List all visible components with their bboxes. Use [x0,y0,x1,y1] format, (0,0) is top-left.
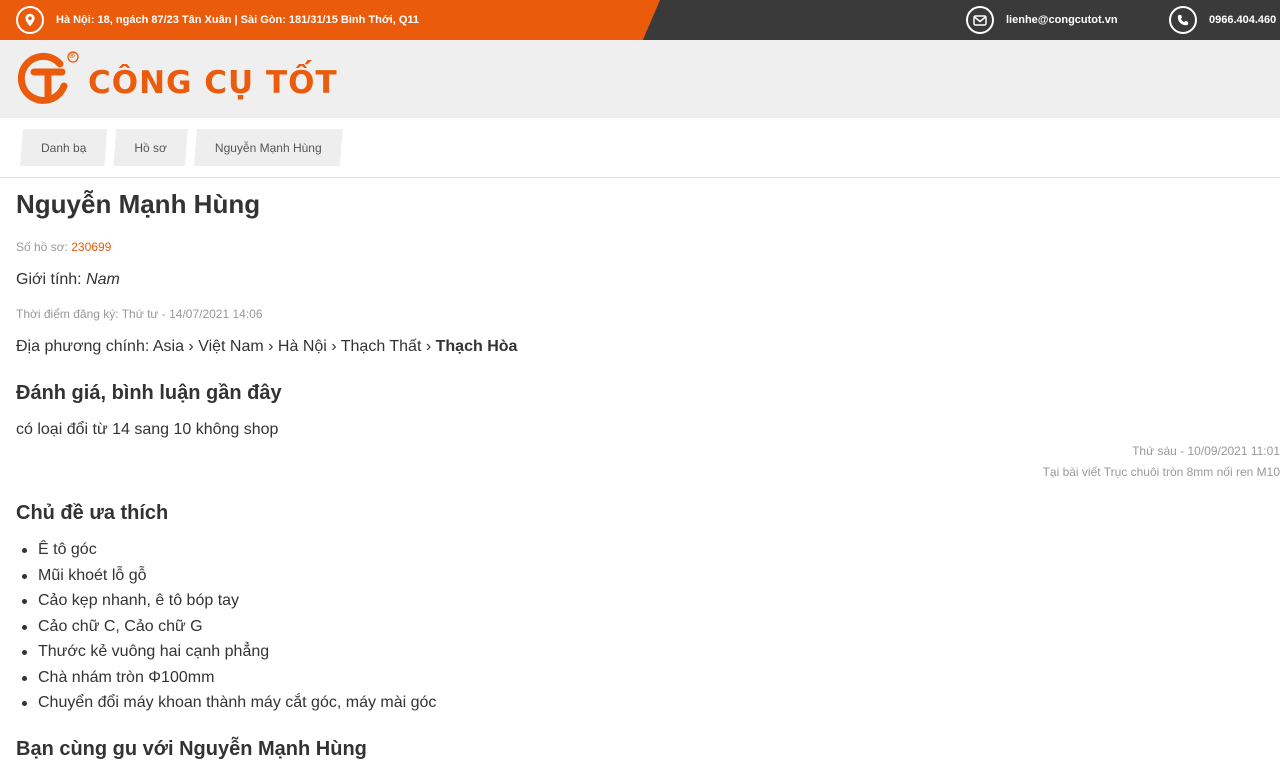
topics-heading: Chủ đề ưa thích [16,502,169,524]
topic-item[interactable]: Cảo kẹp nhanh, ê tô bóp tay [16,588,436,614]
similar-users-heading: Bạn cùng gu với Nguyễn Mạnh Hùng [16,738,367,760]
gender-value: Nam [86,271,120,288]
review-text: có loại đổi từ 14 sang 10 không shop [16,421,279,438]
review-meta: Thứ sáu - 10/09/2021 11:01 Tại bài viết … [1043,441,1280,483]
top-info-bar: Hà Nội: 18, ngách 87/23 Tân Xuân | Sài G… [0,0,1280,40]
profile-id-value: 230699 [71,240,112,254]
breadcrumb-item-profiles[interactable]: Hồ sơ [113,129,188,166]
breadcrumb: Danh bạ Hồ sơ Nguyễn Mạnh Hùng [0,118,1280,178]
registration-time: Thời điểm đăng ký: Thứ tư - 14/07/2021 1… [16,307,263,321]
address-text: Hà Nội: 18, ngách 87/23 Tân Xuân | Sài G… [56,14,420,26]
logo-text: CÔNG CỤ TỐT [88,65,338,101]
envelope-icon [966,6,994,34]
site-logo[interactable]: ® CÔNG CỤ TỐT [16,50,338,110]
email-link[interactable]: lienhe@congcutot.vn [1006,14,1118,26]
topic-list: Ê tô góc Mũi khoét lỗ gỗ Cảo kẹp nhanh, … [16,537,436,716]
breadcrumb-item-directory[interactable]: Danh bạ [20,129,107,166]
address-block: Hà Nội: 18, ngách 87/23 Tân Xuân | Sài G… [16,0,419,40]
gender-label: Giới tính: [16,271,82,288]
review-time: Thứ sáu - 10/09/2021 11:01 [1132,444,1280,458]
topic-item[interactable]: Chuyển đổi máy khoan thành máy cắt góc, … [16,690,436,716]
topic-item[interactable]: Ê tô góc [16,537,436,563]
breadcrumb-item-current[interactable]: Nguyễn Mạnh Hùng [194,129,343,166]
location-pin-icon [16,6,44,34]
phone-link[interactable]: 0966.404.460 [1209,14,1276,26]
topic-item[interactable]: Thước kẻ vuông hai cạnh phẳng [16,639,436,665]
email-block[interactable]: lienhe@congcutot.vn [966,0,1118,40]
location-label: Địa phương chính: [16,338,150,355]
location-row: Địa phương chính: Asia › Việt Nam › Hà N… [16,338,517,356]
phone-block[interactable]: 0966.404.460 [1169,0,1276,40]
topic-item[interactable]: Cảo chữ C, Cảo chữ G [16,614,436,640]
gt-logo-icon: ® [16,50,80,110]
review-source-link[interactable]: Tại bài viết Trục chuôi tròn 8mm nối ren… [1043,462,1280,483]
profile-id: Số hồ sơ: 230699 [16,240,111,254]
location-last[interactable]: Thạch Hòa [436,338,518,355]
phone-icon [1169,6,1197,34]
topic-item[interactable]: Chà nhám tròn Φ100mm [16,665,436,691]
topic-item[interactable]: Mũi khoét lỗ gỗ [16,563,436,589]
location-path[interactable]: Asia › Việt Nam › Hà Nội › Thạch Thất › [153,338,431,355]
gender-row: Giới tính: Nam [16,271,120,289]
registered-mark: ® [69,51,75,60]
page-title: Nguyễn Mạnh Hùng [16,189,261,219]
site-header: ® CÔNG CỤ TỐT [0,40,1280,118]
reviews-heading: Đánh giá, bình luận gần đây [16,382,282,404]
profile-id-label: Số hồ sơ: [16,240,68,254]
